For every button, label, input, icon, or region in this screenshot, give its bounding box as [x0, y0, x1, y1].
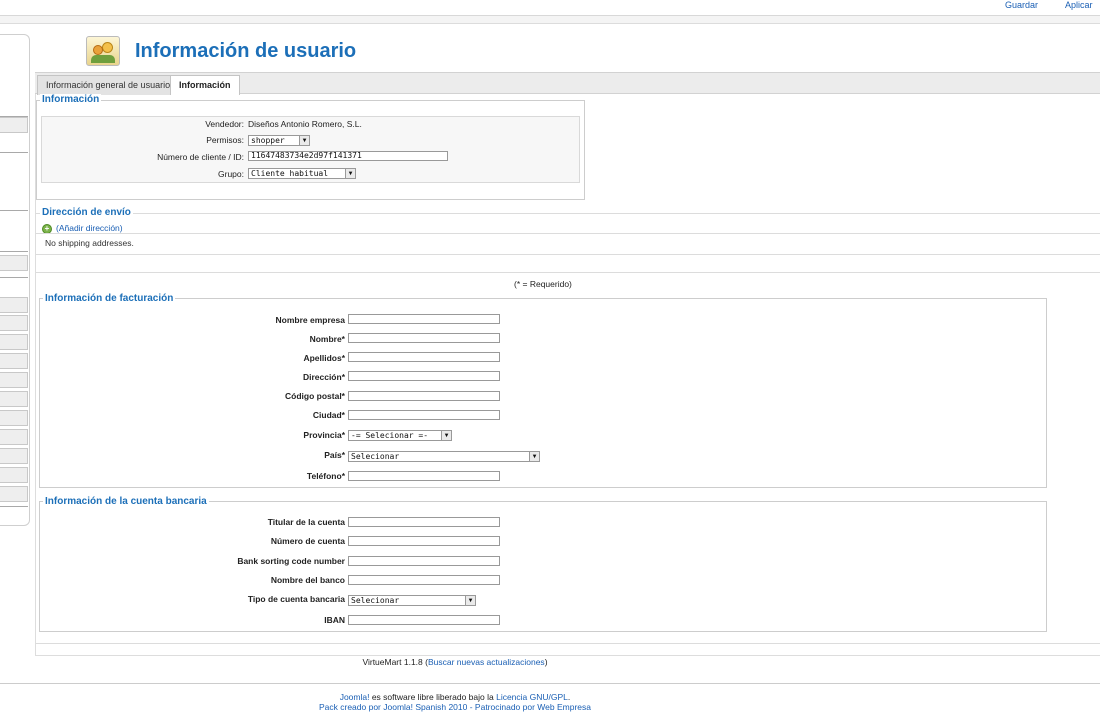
permissions-select[interactable]: shopper ▼: [248, 135, 310, 146]
group-select[interactable]: Cliente habitual ▼: [248, 168, 356, 179]
main-content: Información Vendedor: Diseños Antonio Ro…: [35, 94, 1100, 656]
sort-code-input[interactable]: [348, 556, 500, 566]
sidebar-item[interactable]: [0, 255, 28, 271]
account-number-input[interactable]: [348, 536, 500, 546]
vendor-value: Diseños Antonio Romero, S.L.: [248, 119, 362, 129]
iban-input[interactable]: [348, 615, 500, 625]
customer-id-input[interactable]: 11647483734e2d97f141371: [248, 151, 448, 161]
account-number-label: Número de cuenta: [270, 536, 345, 546]
sidebar: [0, 34, 30, 526]
tab-info[interactable]: Información: [170, 75, 240, 95]
add-address-link[interactable]: (Añadir dirección): [56, 223, 123, 233]
header-band: [0, 16, 1100, 24]
check-updates-link[interactable]: Buscar nuevas actualizaciones: [428, 657, 545, 667]
sidebar-item[interactable]: [0, 410, 28, 426]
account-type-label: Tipo de cuenta bancaria: [247, 594, 345, 604]
last-name-label: Apellidos*: [303, 353, 345, 363]
save-button[interactable]: Guardar: [1005, 0, 1038, 10]
joomla-link[interactable]: Joomla!: [340, 692, 370, 702]
page-title: Información de usuario: [135, 40, 357, 62]
customer-id-label: Número de cliente / ID:: [157, 152, 244, 162]
divider: [36, 643, 1100, 644]
postal-code-input[interactable]: [348, 391, 500, 401]
sidebar-item[interactable]: [0, 334, 28, 350]
last-name-input[interactable]: [348, 352, 500, 362]
divider: [36, 254, 1100, 255]
company-label: Nombre empresa: [275, 315, 345, 325]
account-holder-label: Titular de la cuenta: [267, 517, 345, 527]
footer: Joomla! es software libre liberado bajo …: [318, 692, 591, 712]
province-label: Provincia*: [303, 430, 345, 440]
sidebar-item[interactable]: [0, 353, 28, 369]
account-type-select[interactable]: Selecionar ▼: [348, 595, 476, 606]
province-select[interactable]: -= Selecionar =- ▼: [348, 430, 452, 441]
chevron-down-icon: ▼: [441, 431, 451, 440]
sidebar-item[interactable]: [0, 391, 28, 407]
chevron-down-icon: ▼: [345, 169, 355, 178]
address-label: Dirección*: [302, 372, 345, 382]
company-input[interactable]: [348, 314, 500, 324]
apply-button[interactable]: Aplicar: [1065, 0, 1093, 10]
required-note: (* = Requerido): [514, 279, 572, 289]
phone-label: Teléfono*: [306, 471, 345, 481]
tab-general-info[interactable]: Información general de usuario: [37, 75, 180, 95]
permissions-label: Permisos:: [206, 135, 244, 145]
iban-label: IBAN: [324, 615, 345, 625]
divider: [36, 272, 1100, 273]
sidebar-item[interactable]: [0, 372, 28, 388]
account-holder-input[interactable]: [348, 517, 500, 527]
phone-input[interactable]: [348, 471, 500, 481]
user-group-icon: [86, 36, 120, 66]
no-shipping-text: No shipping addresses.: [45, 238, 134, 248]
bank-name-input[interactable]: [348, 575, 500, 585]
sidebar-item[interactable]: [0, 448, 28, 464]
first-name-label: Nombre*: [309, 334, 345, 344]
spanish-pack-link[interactable]: Pack creado por Joomla! Spanish 2010: [319, 702, 467, 712]
billing-legend: Información de facturación: [43, 293, 176, 304]
city-label: Ciudad*: [312, 410, 345, 420]
sidebar-item[interactable]: [0, 467, 28, 483]
sidebar-item[interactable]: [0, 486, 28, 502]
vendor-label: Vendedor:: [205, 119, 244, 129]
toolbar: Guardar Aplicar: [0, 0, 1100, 16]
sort-code-label: Bank sorting code number: [237, 556, 345, 566]
divider: [36, 233, 1100, 234]
group-label: Grupo:: [218, 169, 244, 179]
chevron-down-icon: ▼: [299, 136, 309, 145]
bank-name-label: Nombre del banco: [270, 575, 345, 585]
sidebar-item[interactable]: [0, 315, 28, 331]
sidebar-item[interactable]: [0, 429, 28, 445]
address-input[interactable]: [348, 371, 500, 381]
sidebar-item[interactable]: [0, 297, 28, 313]
country-label: País*: [324, 450, 345, 460]
divider: [36, 213, 1100, 214]
footer-divider: [0, 683, 1100, 684]
country-select[interactable]: Selecionar ▼: [348, 451, 540, 462]
sidebar-item-selected[interactable]: [0, 117, 28, 133]
info-legend: Información: [40, 94, 102, 105]
version-line: VirtueMart 1.1.8 (Buscar nuevas actualiz…: [362, 657, 548, 667]
postal-code-label: Código postal*: [285, 391, 345, 401]
sponsor-link[interactable]: Patrocinado por Web Empresa: [475, 702, 591, 712]
license-link[interactable]: Licencia GNU/GPL: [496, 692, 568, 702]
bank-legend: Información de la cuenta bancaria: [43, 496, 209, 507]
tab-strip: Información general de usuario Informaci…: [35, 72, 1100, 95]
chevron-down-icon: ▼: [529, 452, 539, 461]
city-input[interactable]: [348, 410, 500, 420]
first-name-input[interactable]: [348, 333, 500, 343]
shipping-legend: Dirección de envío: [40, 207, 133, 218]
chevron-down-icon: ▼: [465, 596, 475, 605]
